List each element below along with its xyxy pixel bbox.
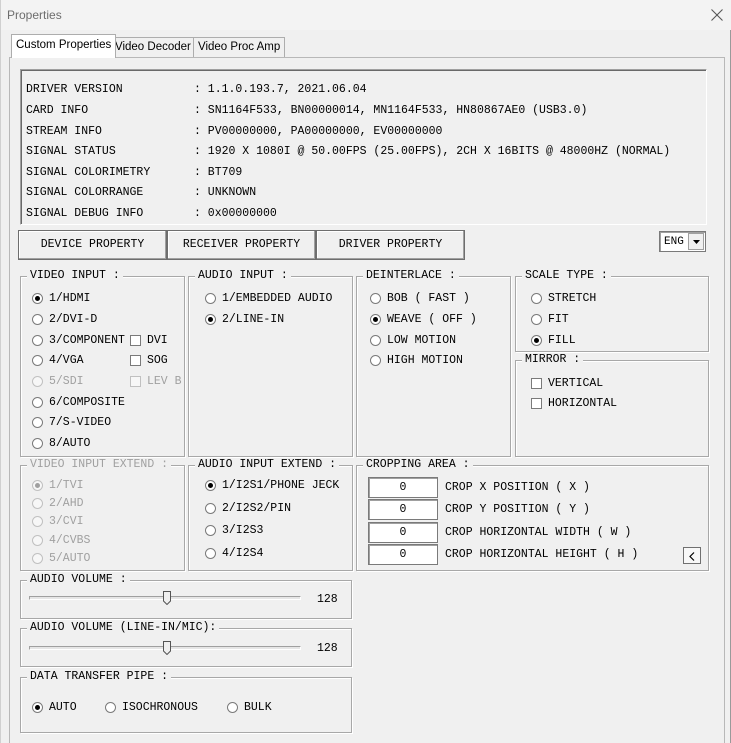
video-input-title: VIDEO INPUT :	[27, 269, 123, 282]
check-horizontal[interactable]	[531, 398, 542, 409]
radio-fit[interactable]	[531, 314, 542, 325]
audio-volume-value: 128	[317, 593, 338, 606]
check-dvi[interactable]	[130, 335, 141, 346]
close-icon	[711, 9, 723, 21]
close-button[interactable]	[705, 4, 729, 26]
crop-height-label: CROP HORIZONTAL HEIGHT ( H )	[445, 548, 639, 561]
crop-y-label: CROP Y POSITION ( Y )	[445, 503, 590, 516]
crop-reset-button[interactable]	[683, 547, 701, 564]
radio-i2s1[interactable]	[205, 480, 216, 491]
info-box: DRIVER VERSION: 1.1.0.193.7, 2021.06.04 …	[20, 69, 707, 225]
audio-input-extend-title: AUDIO INPUT EXTEND :	[195, 458, 340, 471]
data-transfer-pipe-title: DATA TRANSFER PIPE :	[27, 670, 172, 683]
language-select[interactable]: ENG	[659, 231, 706, 252]
radio-tvi	[32, 480, 43, 491]
title-bar: Properties	[1, 0, 731, 30]
radio-i2s4[interactable]	[205, 548, 216, 559]
audio-volume-title: AUDIO VOLUME :	[27, 573, 130, 586]
driver-property-button[interactable]: DRIVER PROPERTY	[316, 230, 465, 260]
radio-composite[interactable]	[32, 397, 43, 408]
radio-cvbs	[32, 535, 43, 546]
radio-i2s2[interactable]	[205, 503, 216, 514]
crop-width-label: CROP HORIZONTAL WIDTH ( W )	[445, 526, 632, 539]
audio-volume-line-title: AUDIO VOLUME (LINE-IN/MIC):	[27, 621, 220, 634]
language-selected: ENG	[664, 236, 684, 248]
radio-stretch[interactable]	[531, 293, 542, 304]
crop-x-label: CROP X POSITION ( X )	[445, 481, 590, 494]
cropping-area-title: CROPPING AREA :	[363, 458, 473, 471]
audio-input-group: AUDIO INPUT : 1/EMBEDDED AUDIO 2/LINE-IN	[188, 269, 353, 457]
radio-s-video[interactable]	[32, 417, 43, 428]
radio-sdi	[32, 376, 43, 387]
radio-i2s3[interactable]	[205, 525, 216, 536]
language-dropdown-button[interactable]	[688, 233, 704, 250]
video-input-extend-title: VIDEO INPUT EXTEND :	[27, 458, 172, 471]
radio-fill[interactable]	[531, 335, 542, 346]
mirror-group: MIRROR : VERTICAL HORIZONTAL	[515, 353, 709, 457]
crop-y-input[interactable]: 0	[368, 499, 438, 520]
video-input-extend-group: VIDEO INPUT EXTEND : 1/TVI 2/AHD 3/CVI 4…	[20, 458, 185, 571]
receiver-property-button[interactable]: RECEIVER PROPERTY	[167, 230, 316, 260]
tab-video-decoder[interactable]: Video Decoder	[110, 37, 196, 57]
properties-window: Properties Custom Properties Video Decod…	[0, 0, 731, 743]
crop-width-input[interactable]: 0	[368, 522, 438, 543]
radio-auto[interactable]	[32, 438, 43, 449]
radio-ahd	[32, 498, 43, 509]
radio-pipe-isochronous[interactable]	[105, 702, 116, 713]
radio-vga[interactable]	[32, 355, 43, 366]
check-lev-b	[130, 376, 141, 387]
radio-component[interactable]	[32, 335, 43, 346]
radio-high-motion[interactable]	[370, 355, 381, 366]
deinterlace-group: DEINTERLACE : BOB ( FAST ) WEAVE ( OFF )…	[356, 269, 511, 457]
deinterlace-title: DEINTERLACE :	[363, 269, 459, 282]
radio-cvi	[32, 516, 43, 527]
mirror-title: MIRROR :	[522, 353, 584, 366]
chevron-left-icon	[689, 552, 695, 561]
window-title: Properties	[7, 8, 62, 22]
audio-volume-thumb[interactable]	[163, 591, 171, 605]
check-vertical[interactable]	[531, 378, 542, 389]
chevron-down-icon	[693, 240, 700, 244]
scale-type-group: SCALE TYPE : STRETCH FIT FILL	[515, 269, 709, 352]
video-input-group: VIDEO INPUT : 1/HDMI 2/DVI-D 3/COMPONENT…	[20, 269, 185, 457]
radio-embedded-audio[interactable]	[205, 293, 216, 304]
device-property-button[interactable]: DEVICE PROPERTY	[18, 230, 167, 260]
crop-height-input[interactable]: 0	[368, 544, 438, 565]
scale-type-title: SCALE TYPE :	[522, 269, 611, 282]
audio-input-title: AUDIO INPUT :	[195, 269, 291, 282]
radio-extend-auto	[32, 553, 43, 564]
audio-volume-line-thumb[interactable]	[163, 641, 171, 655]
tab-custom-properties[interactable]: Custom Properties	[11, 34, 117, 58]
crop-x-input[interactable]: 0	[368, 477, 438, 498]
radio-hdmi[interactable]	[32, 293, 43, 304]
radio-pipe-auto[interactable]	[32, 702, 43, 713]
radio-weave[interactable]	[370, 314, 381, 325]
radio-line-in[interactable]	[205, 314, 216, 325]
radio-dvi-d[interactable]	[32, 314, 43, 325]
check-sog[interactable]	[130, 355, 141, 366]
audio-volume-line-value: 128	[317, 642, 338, 655]
radio-low-motion[interactable]	[370, 335, 381, 346]
tab-video-proc-amp[interactable]: Video Proc Amp	[193, 37, 286, 57]
data-transfer-pipe-group: DATA TRANSFER PIPE : AUTO ISOCHRONOUS BU…	[20, 670, 352, 733]
audio-input-extend-group: AUDIO INPUT EXTEND : 1/I2S1/PHONE JECK 2…	[188, 458, 353, 571]
radio-bob[interactable]	[370, 293, 381, 304]
radio-pipe-bulk[interactable]	[227, 702, 238, 713]
